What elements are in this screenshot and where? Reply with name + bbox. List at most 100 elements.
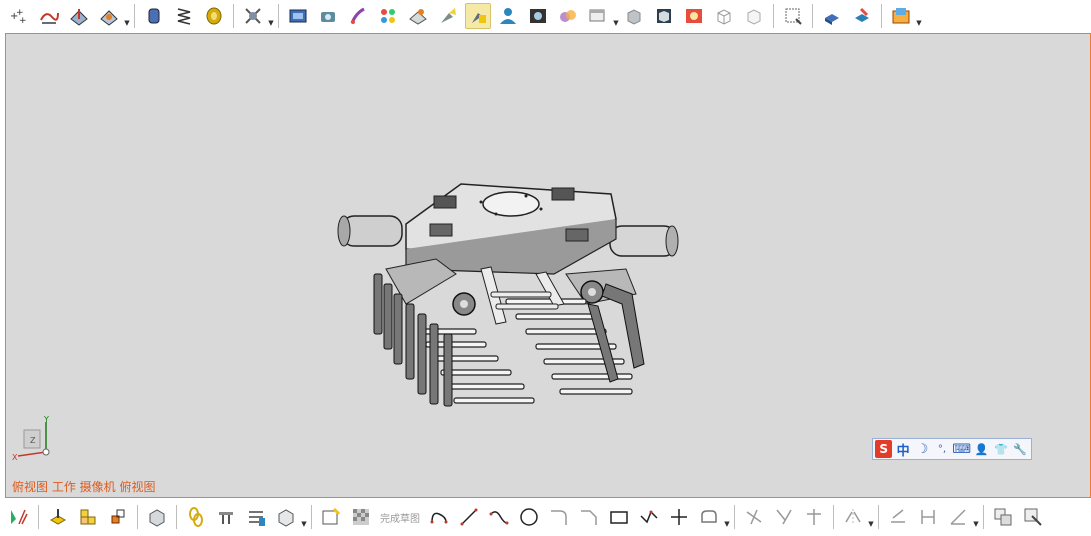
arc-icon[interactable] — [426, 504, 452, 530]
chevron-down-icon[interactable]: ▼ — [973, 504, 979, 530]
graphics-viewport[interactable]: Y X Z 俯视图 工作 摄像机 俯视图 S 中 ☽ °, ⌨ 👤 👕 🔧 — [5, 33, 1091, 498]
assembly-icon[interactable] — [75, 504, 101, 530]
datum-plane-icon[interactable] — [66, 3, 92, 29]
tools-icon[interactable]: 🔧 — [1012, 440, 1029, 458]
cube-gray-icon[interactable] — [621, 3, 647, 29]
toolbar-separator — [833, 505, 834, 529]
spring-icon[interactable] — [171, 3, 197, 29]
cad-model-gripper[interactable] — [326, 174, 686, 414]
toolbar-separator — [311, 505, 312, 529]
polyline-icon[interactable] — [636, 504, 662, 530]
mirror-icon[interactable] — [840, 504, 866, 530]
ime-toolbar[interactable]: S 中 ☽ °, ⌨ 👤 👕 🔧 — [872, 438, 1032, 460]
image-icon[interactable] — [525, 3, 551, 29]
bottom-toolbar: ▼ 完成草图 ▼ ▼ ▼ — [0, 500, 1091, 534]
chevron-down-icon[interactable]: ▼ — [613, 3, 619, 29]
pencil-box-icon[interactable] — [849, 3, 875, 29]
toolbar-separator — [812, 4, 813, 28]
color-palette-icon[interactable] — [375, 3, 401, 29]
highlight-icon[interactable] — [465, 3, 491, 29]
chevron-down-icon[interactable]: ▼ — [916, 3, 922, 29]
top-toolbar: + + + ▼ ▼ ▼ ▼ — [0, 0, 1091, 32]
spline-icon[interactable] — [486, 504, 512, 530]
cylinder-icon[interactable] — [141, 3, 167, 29]
toolbar-separator — [38, 505, 39, 529]
tool-icon[interactable] — [213, 504, 239, 530]
triad-x-label: X — [12, 453, 18, 462]
block-icon[interactable] — [240, 3, 266, 29]
copy-icon[interactable] — [990, 504, 1016, 530]
chevron-down-icon[interactable]: ▼ — [268, 3, 274, 29]
cube-dropdown-icon[interactable] — [273, 504, 299, 530]
circle-icon[interactable] — [516, 504, 542, 530]
angle-icon[interactable] — [945, 504, 971, 530]
material-icon[interactable] — [405, 3, 431, 29]
toolbar-separator — [278, 4, 279, 28]
cube-wire-icon[interactable] — [711, 3, 737, 29]
coil-icon[interactable] — [201, 3, 227, 29]
paint-icon[interactable] — [345, 3, 371, 29]
flashlight-icon[interactable] — [435, 3, 461, 29]
settings-icon[interactable] — [1020, 504, 1046, 530]
window-icon[interactable] — [585, 3, 611, 29]
toolbar-separator — [773, 4, 774, 28]
toolbar-separator — [881, 4, 882, 28]
extend-icon[interactable] — [771, 504, 797, 530]
chevron-down-icon[interactable]: ▼ — [868, 504, 874, 530]
part-icon[interactable] — [105, 504, 131, 530]
chevron-down-icon[interactable]: ▼ — [724, 504, 730, 530]
user-icon[interactable]: 👤 — [973, 440, 990, 458]
user-icon[interactable] — [495, 3, 521, 29]
box-icon[interactable] — [144, 504, 170, 530]
plane-icon[interactable] — [36, 3, 62, 29]
dimension-icon[interactable] — [915, 504, 941, 530]
toolbar-separator — [134, 4, 135, 28]
render-icon[interactable] — [285, 3, 311, 29]
right-roller — [609, 225, 679, 257]
line-icon[interactable] — [456, 504, 482, 530]
toolbar-separator — [176, 505, 177, 529]
screenshot-icon[interactable] — [780, 3, 806, 29]
toolbar-separator — [983, 505, 984, 529]
chevron-down-icon[interactable]: ▼ — [124, 3, 130, 29]
triad-z-label: Z — [30, 436, 36, 445]
sketch-plane-icon[interactable] — [96, 3, 122, 29]
chevron-down-icon[interactable]: ▼ — [301, 504, 307, 530]
select-icon[interactable] — [6, 504, 32, 530]
left-roller — [337, 215, 403, 247]
photo-icon[interactable] — [681, 3, 707, 29]
sketch-icon[interactable] — [318, 504, 344, 530]
intersect-icon[interactable] — [801, 504, 827, 530]
toolbar-separator — [734, 505, 735, 529]
scene-icon[interactable] — [555, 3, 581, 29]
finish-sketch-button[interactable]: 完成草图 — [380, 510, 420, 525]
fillet-icon[interactable] — [546, 504, 572, 530]
move-icon[interactable] — [45, 504, 71, 530]
camera-icon[interactable] — [315, 3, 341, 29]
ime-logo-icon[interactable]: S — [875, 440, 893, 458]
checker-icon[interactable] — [348, 504, 374, 530]
cube-outline-icon[interactable] — [741, 3, 767, 29]
ime-language-toggle[interactable]: 中 — [894, 440, 911, 459]
skin-icon[interactable]: 👕 — [992, 440, 1009, 458]
toolbar-separator — [233, 4, 234, 28]
moon-icon[interactable]: ☽ — [914, 440, 931, 458]
chain-icon[interactable] — [183, 504, 209, 530]
offset-icon[interactable] — [696, 504, 722, 530]
point-plus-icon[interactable] — [666, 504, 692, 530]
keyboard-icon[interactable]: ⌨ — [952, 440, 971, 458]
triad-y-label: Y — [43, 415, 49, 424]
punctuation-icon[interactable]: °, — [933, 440, 950, 458]
folder-image-icon[interactable] — [888, 3, 914, 29]
chamfer-icon[interactable] — [576, 504, 602, 530]
list-icon[interactable] — [243, 504, 269, 530]
trim-icon[interactable] — [741, 504, 767, 530]
toolbar-separator — [878, 505, 879, 529]
cube-shaded-icon[interactable] — [651, 3, 677, 29]
orientation-triad: Y X Z — [12, 415, 50, 462]
rectangle-icon[interactable] — [606, 504, 632, 530]
export-icon[interactable] — [819, 3, 845, 29]
point-icon[interactable]: + + + — [6, 3, 32, 29]
constraint-icon[interactable] — [885, 504, 911, 530]
toolbar-separator — [137, 505, 138, 529]
